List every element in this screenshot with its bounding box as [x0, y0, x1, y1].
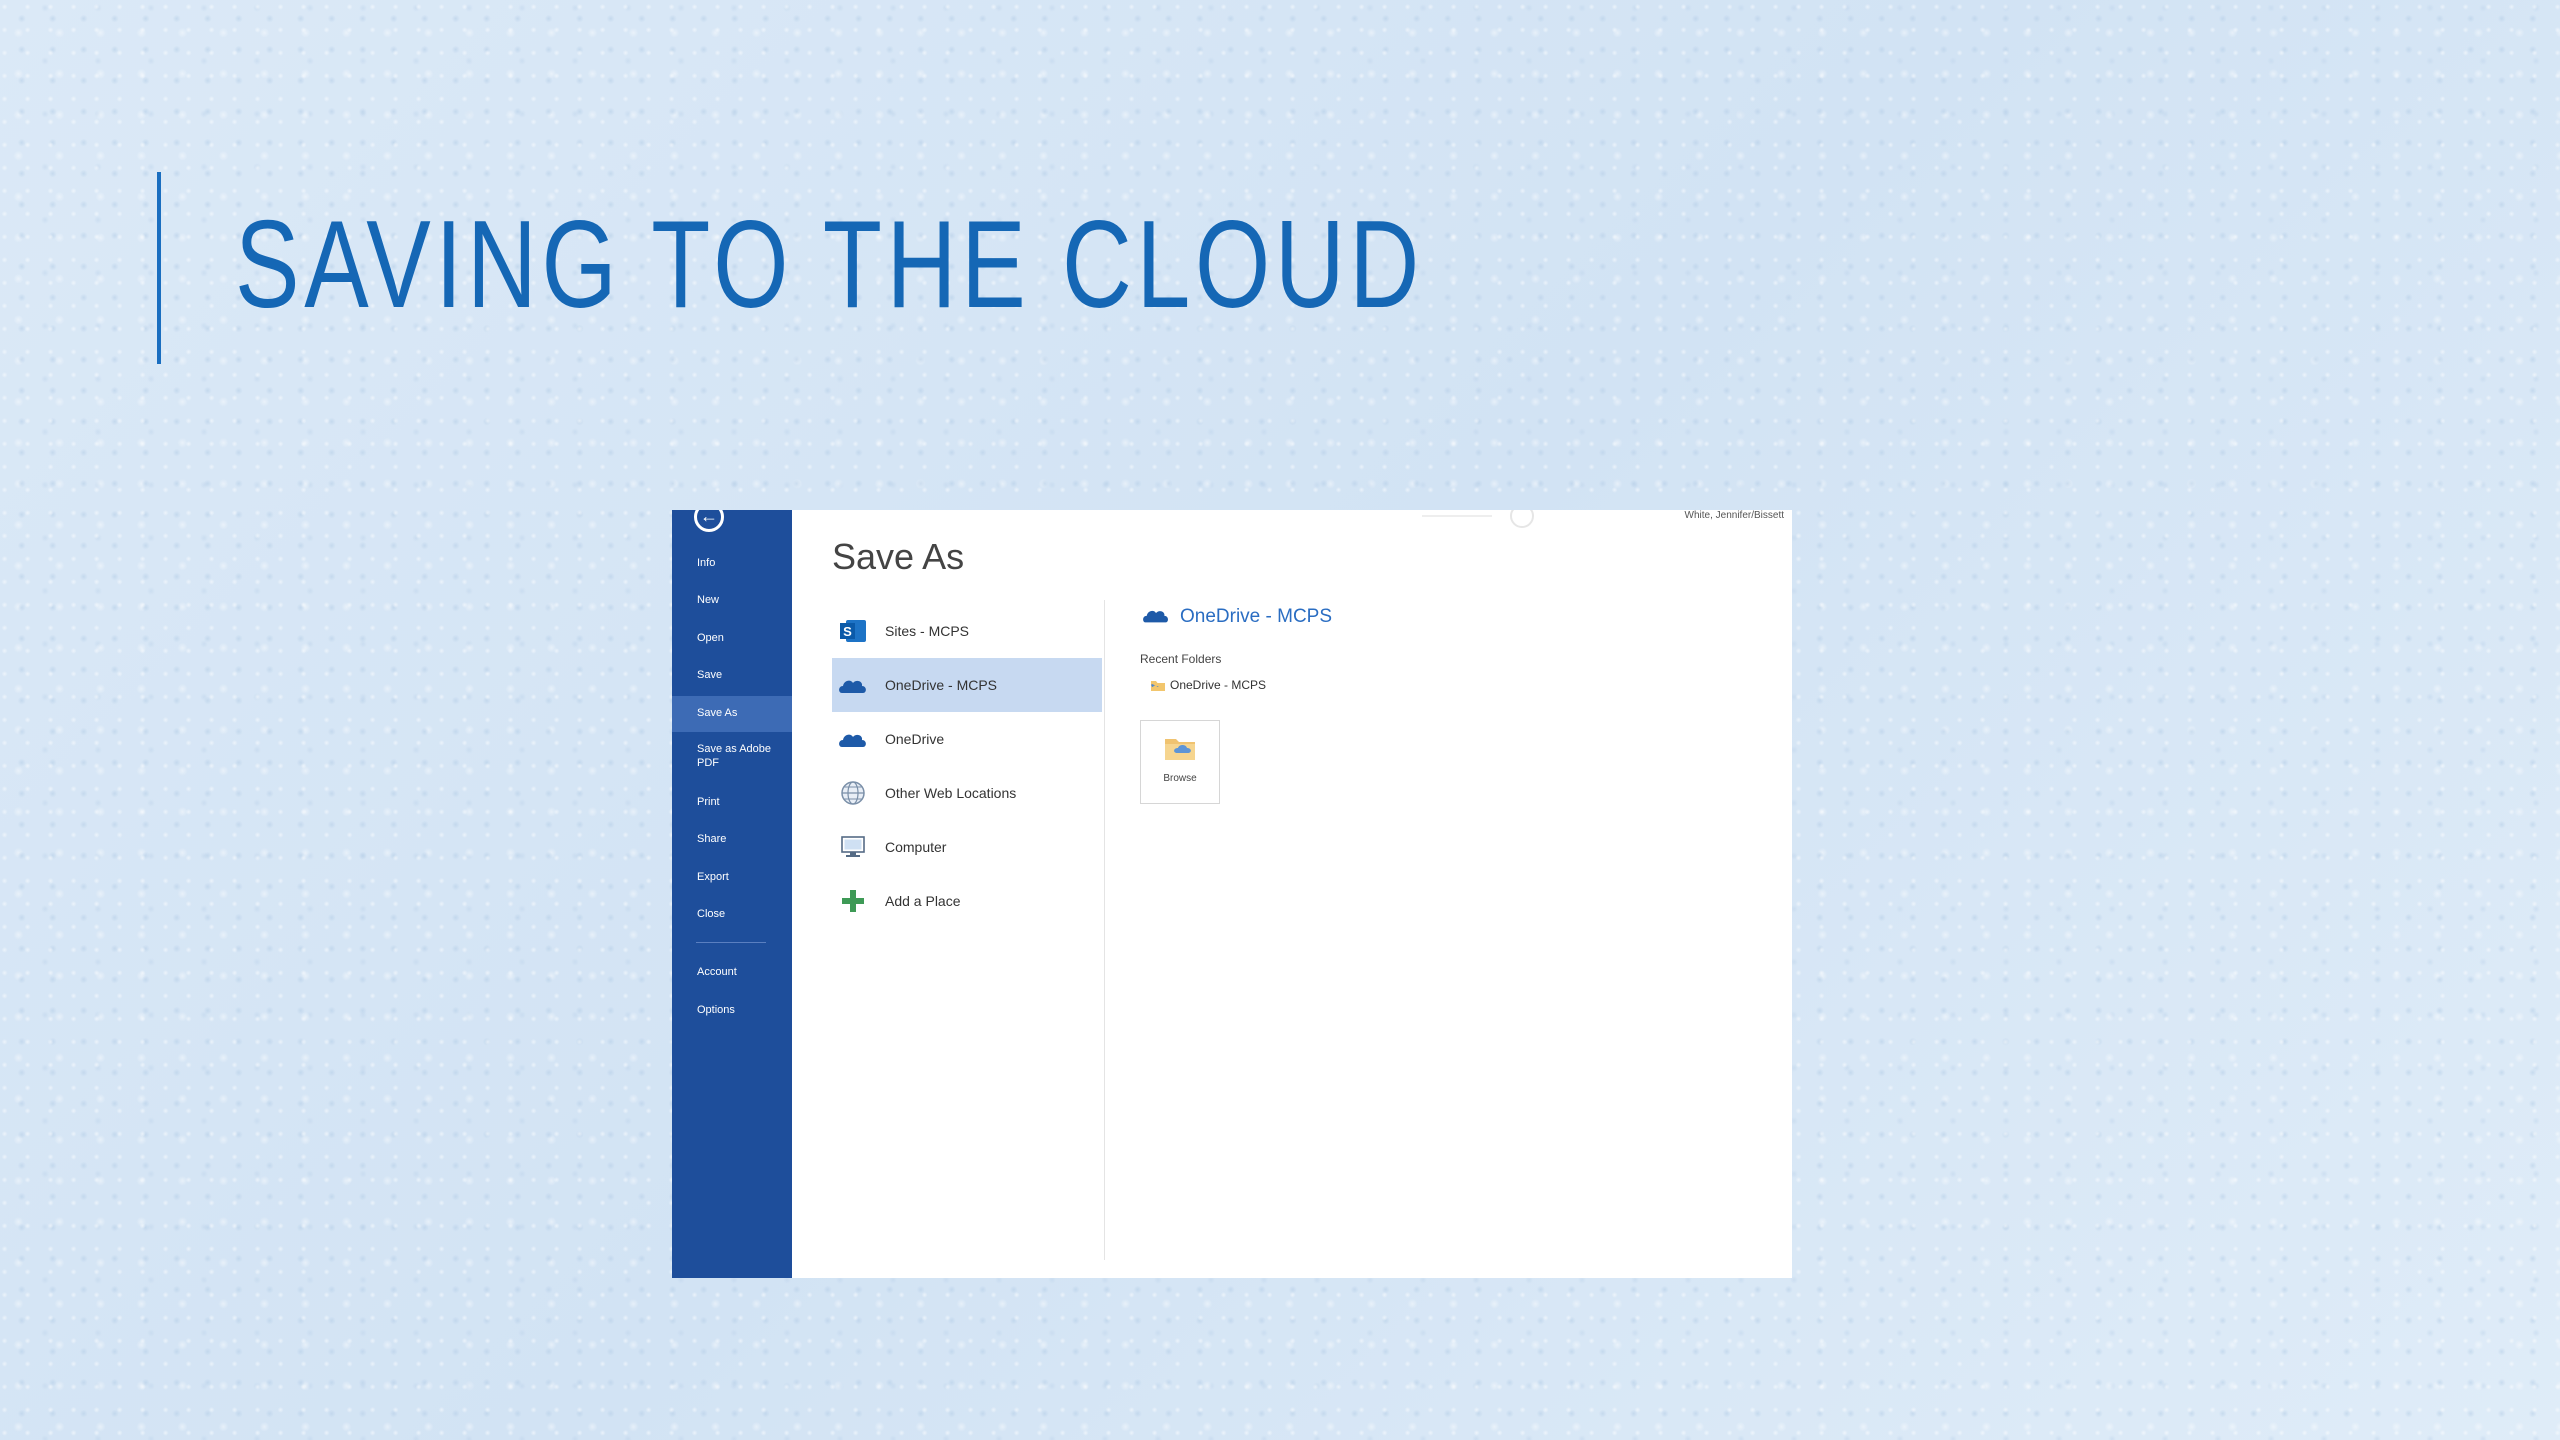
- save-as-heading: Save As: [832, 536, 965, 577]
- onedrive-cloud-icon: [839, 734, 866, 747]
- backstage-item-open[interactable]: Open: [672, 631, 792, 645]
- place-other-web-locations[interactable]: Other Web Locations: [832, 766, 1102, 820]
- place-onedrive-mcps[interactable]: OneDrive - MCPS: [832, 658, 1102, 712]
- backstage-item-print[interactable]: Print: [672, 795, 792, 809]
- window-toolbar-icons: [1402, 510, 1572, 528]
- recent-folders-label: Recent Folders: [1140, 652, 1222, 666]
- backstage-item-info[interactable]: Info: [672, 556, 792, 570]
- backstage-item-close[interactable]: Close: [672, 907, 792, 921]
- place-label: OneDrive: [885, 731, 945, 747]
- back-arrow-icon[interactable]: ←: [694, 510, 724, 532]
- browse-button[interactable]: Browse: [1140, 720, 1220, 804]
- backstage-item-save[interactable]: Save: [672, 668, 792, 682]
- backstage-item-export[interactable]: Export: [672, 870, 792, 884]
- recent-folder-label: OneDrive - MCPS: [1170, 678, 1267, 692]
- place-label: Add a Place: [885, 893, 961, 909]
- computer-icon: [841, 836, 865, 857]
- word-save-as-screenshot: ← Info New Open Save Save As Save as Ado…: [672, 510, 1792, 1278]
- pane-title: OneDrive - MCPS: [1180, 606, 1333, 627]
- backstage-item-options[interactable]: Options: [672, 1003, 792, 1017]
- folder-icon: [1151, 681, 1165, 691]
- plus-icon: [842, 890, 864, 912]
- place-sites-mcps[interactable]: S Sites - MCPS: [832, 604, 1102, 658]
- globe-icon: [841, 781, 865, 805]
- svg-text:S: S: [843, 624, 852, 639]
- backstage-divider: [696, 942, 766, 943]
- backstage-nav: ← Info New Open Save Save As Save as Ado…: [672, 510, 792, 1278]
- slide-title: SAVING TO THE CLOUD: [235, 196, 1424, 334]
- backstage-item-share[interactable]: Share: [672, 832, 792, 846]
- backstage-item-account[interactable]: Account: [672, 965, 792, 979]
- place-label: OneDrive - MCPS: [885, 677, 998, 693]
- sharepoint-icon: S: [840, 620, 866, 642]
- browse-label: Browse: [1163, 773, 1197, 784]
- onedrive-cloud-icon: [1143, 610, 1168, 623]
- backstage-item-new[interactable]: New: [672, 593, 792, 607]
- folder-browse-icon: [1165, 739, 1195, 760]
- faint-toolbar-icons: [1422, 510, 1534, 528]
- place-add-a-place[interactable]: Add a Place: [832, 874, 1102, 928]
- title-accent-bar: [157, 172, 161, 364]
- place-computer[interactable]: Computer: [832, 820, 1102, 874]
- place-label: Computer: [885, 839, 947, 855]
- onedrive-cloud-icon: [839, 680, 866, 693]
- place-onedrive[interactable]: OneDrive: [832, 712, 1102, 766]
- account-name[interactable]: White, Jennifer/Bissett: [1685, 510, 1784, 521]
- place-label: Sites - MCPS: [885, 623, 970, 639]
- backstage-item-save-as-adobe-pdf[interactable]: Save as Adobe PDF: [672, 742, 792, 770]
- backstage-item-save-as[interactable]: Save As: [672, 696, 792, 732]
- place-label: Other Web Locations: [885, 785, 1017, 801]
- pane-divider: [1104, 600, 1105, 1260]
